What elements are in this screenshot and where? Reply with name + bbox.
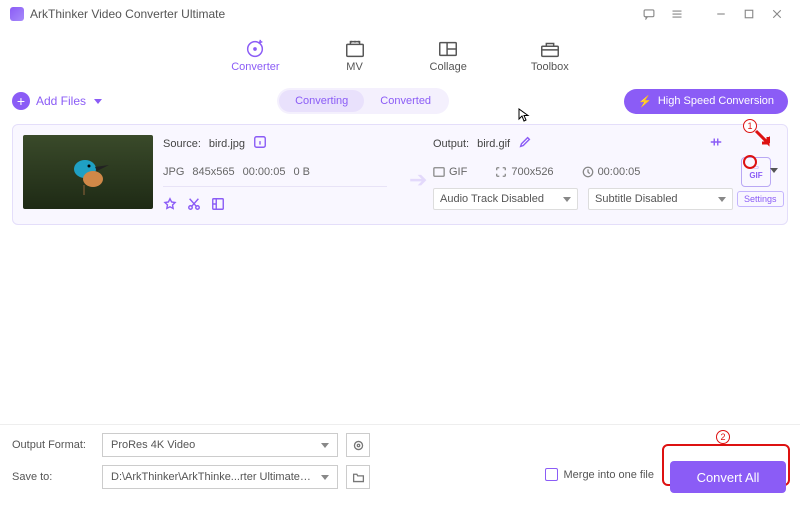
feedback-icon[interactable] — [636, 1, 662, 27]
output-label: Output: — [433, 138, 469, 150]
save-to-select[interactable]: D:\ArkThinker\ArkThinke...rter Ultimate\… — [102, 465, 338, 489]
annotation-arrow-icon — [754, 129, 776, 154]
star-icon[interactable] — [163, 197, 177, 214]
minimize-button[interactable] — [708, 1, 734, 27]
cut-icon[interactable] — [187, 197, 201, 214]
output-format-settings-button[interactable] — [346, 433, 370, 457]
merge-checkbox[interactable]: Merge into one file — [545, 468, 655, 481]
tab-label: MV — [346, 61, 363, 73]
chevron-down-icon — [321, 475, 329, 480]
subtitle-select[interactable]: Subtitle Disabled — [588, 188, 733, 210]
edit-icon[interactable] — [211, 197, 225, 214]
output-format-label: Output Format: — [12, 439, 94, 451]
tab-label: Toolbox — [531, 61, 569, 73]
add-files-button[interactable]: + Add Files — [12, 92, 102, 110]
source-filename: bird.jpg — [209, 138, 245, 150]
menu-icon[interactable] — [664, 1, 690, 27]
app-title: ArkThinker Video Converter Ultimate — [30, 7, 225, 21]
collage-icon — [437, 39, 459, 59]
mv-icon — [344, 39, 366, 59]
bottom-bar: Output Format: ProRes 4K Video Save to: … — [0, 424, 800, 507]
add-files-label: Add Files — [36, 94, 86, 108]
tab-collage[interactable]: Collage — [430, 39, 467, 73]
thumbnail[interactable] — [23, 135, 153, 209]
file-card: Source: bird.jpg JPG 845x565 00:00:05 0 … — [12, 124, 788, 225]
output-resolution-chip: 700x526 — [495, 166, 553, 178]
output-duration-chip: 00:00:05 — [582, 166, 641, 178]
tab-mv[interactable]: MV — [344, 39, 366, 73]
bird-image — [65, 149, 111, 195]
checkbox-icon — [545, 468, 558, 481]
input-duration: 00:00:05 — [243, 166, 286, 178]
arrow-right-icon: ➔ — [409, 167, 427, 193]
open-folder-button[interactable] — [346, 465, 370, 489]
chevron-down-icon — [94, 99, 102, 104]
title-bar: ArkThinker Video Converter Ultimate — [0, 0, 800, 28]
output-filename: bird.gif — [477, 138, 510, 150]
output-format-chip: GIF — [433, 166, 467, 178]
source-label: Source: — [163, 138, 201, 150]
settings-button[interactable]: Settings — [737, 191, 784, 207]
toolbar: + Add Files Converting Converted ⚡ High … — [0, 84, 800, 118]
high-speed-button[interactable]: ⚡ High Speed Conversion — [624, 89, 788, 114]
annotation-circle — [743, 155, 757, 169]
toolbox-icon — [539, 39, 561, 59]
high-speed-label: High Speed Conversion — [658, 95, 774, 107]
status-tabs: Converting Converted — [277, 88, 449, 114]
edit-name-icon[interactable] — [518, 135, 532, 152]
output-format-select[interactable]: ProRes 4K Video — [102, 433, 338, 457]
split-icon[interactable] — [709, 135, 723, 152]
merge-label: Merge into one file — [564, 469, 655, 481]
input-format: JPG — [163, 166, 184, 178]
converter-icon — [244, 39, 266, 59]
chevron-down-icon[interactable] — [770, 168, 778, 173]
chevron-down-icon — [563, 197, 571, 202]
close-button[interactable] — [764, 1, 790, 27]
tab-converted[interactable]: Converted — [364, 90, 447, 112]
app-logo-icon — [10, 7, 24, 21]
info-icon[interactable] — [253, 135, 267, 152]
mouse-cursor-icon — [518, 108, 532, 125]
save-to-label: Save to: — [12, 471, 94, 483]
audio-track-select[interactable]: Audio Track Disabled — [433, 188, 578, 210]
tab-converting[interactable]: Converting — [279, 90, 364, 112]
tab-label: Converter — [231, 61, 279, 73]
chevron-down-icon — [718, 197, 726, 202]
tab-label: Collage — [430, 61, 467, 73]
plus-icon: + — [12, 92, 30, 110]
main-tabs: Converter MV Collage Toolbox — [0, 28, 800, 84]
convert-all-button[interactable]: Convert All — [670, 461, 786, 493]
divider — [163, 186, 387, 187]
tab-converter[interactable]: Converter — [231, 39, 279, 73]
input-size: 0 B — [293, 166, 310, 178]
tab-toolbox[interactable]: Toolbox — [531, 39, 569, 73]
chevron-down-icon — [321, 443, 329, 448]
maximize-button[interactable] — [736, 1, 762, 27]
bolt-icon: ⚡ — [638, 95, 652, 108]
input-resolution: 845x565 — [192, 166, 234, 178]
